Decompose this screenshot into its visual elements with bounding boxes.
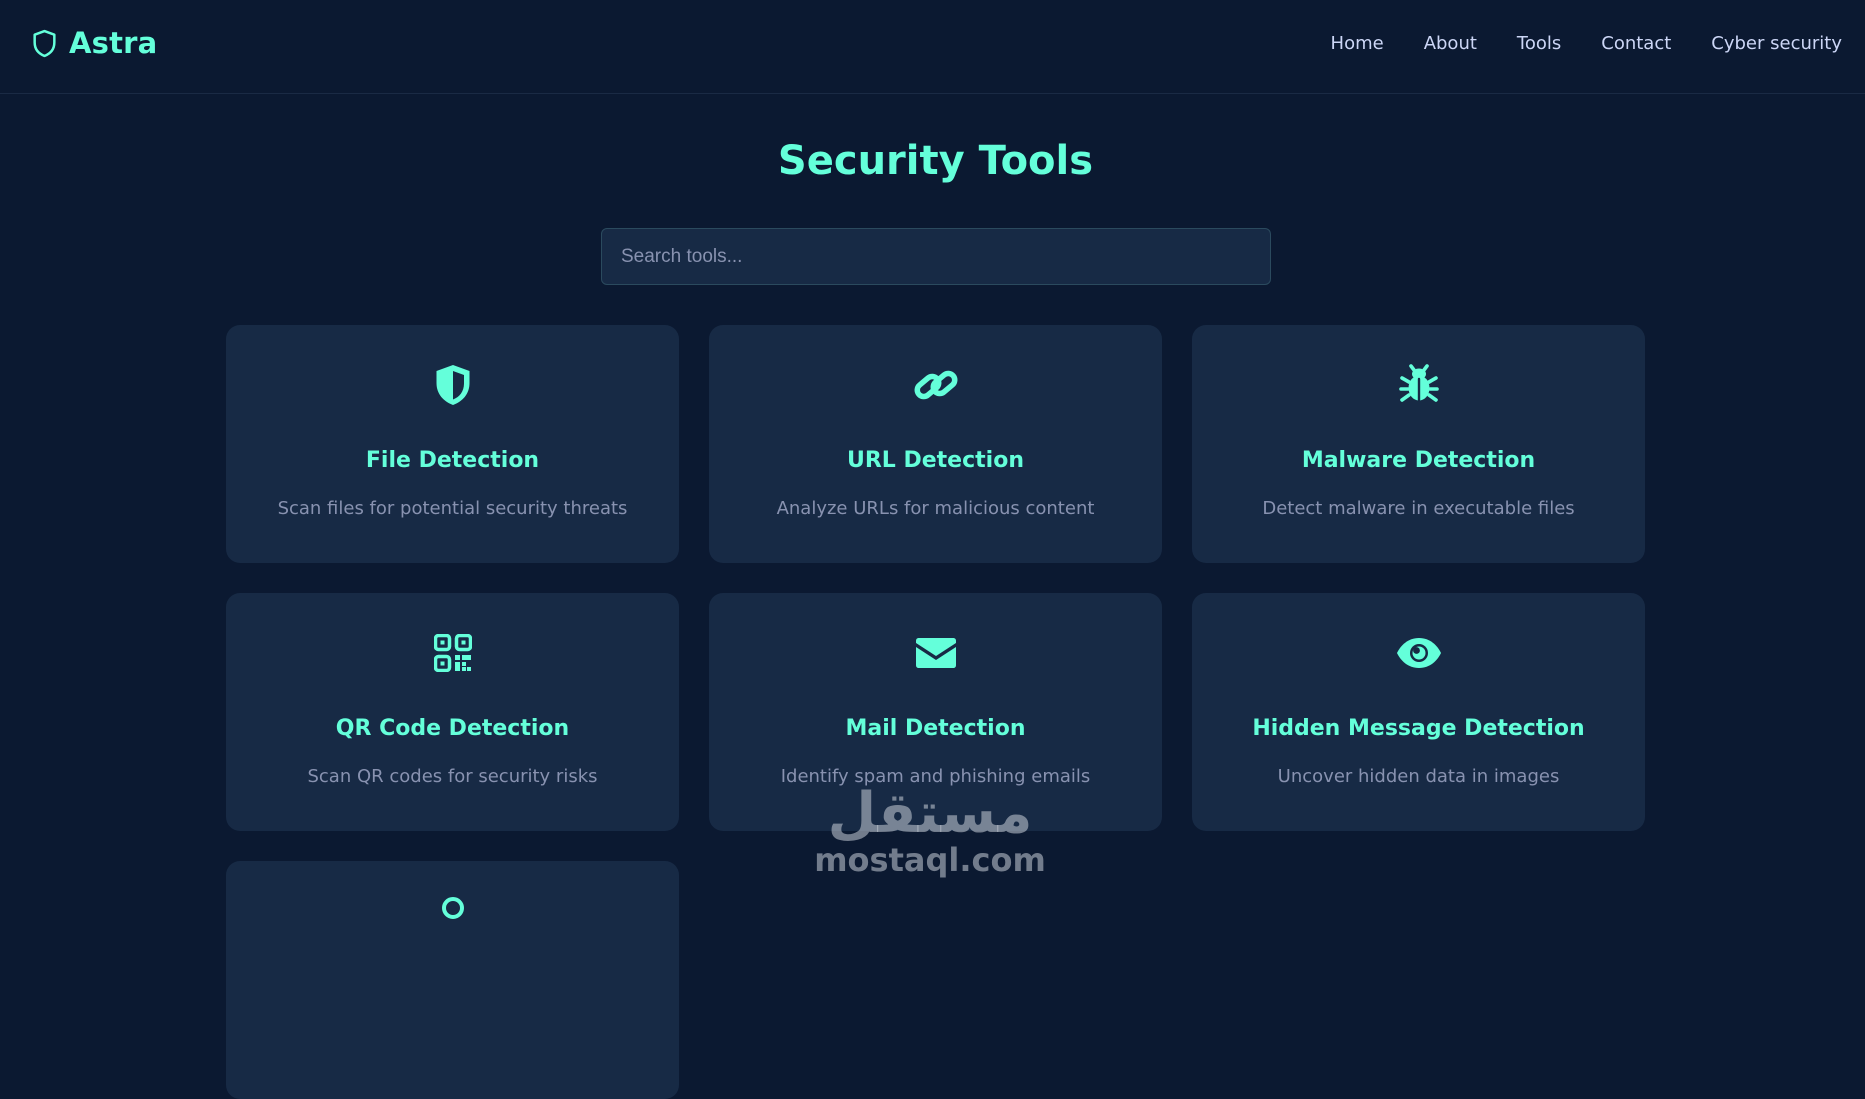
eye-icon <box>1192 631 1645 675</box>
tool-icon-partial <box>226 897 679 919</box>
tool-card-partial[interactable] <box>226 861 679 1099</box>
tool-description: Analyze URLs for malicious content <box>776 498 1095 519</box>
qrcode-icon <box>226 631 679 675</box>
bug-icon <box>1192 363 1645 407</box>
shield-outline-icon <box>32 29 57 58</box>
tool-title: File Detection <box>365 448 540 473</box>
tool-card-hidden-message-detection[interactable]: Hidden Message Detection Uncover hidden … <box>1192 593 1645 831</box>
tool-title: Malware Detection <box>1301 448 1536 473</box>
link-icon <box>709 363 1162 407</box>
shield-icon <box>226 363 679 407</box>
tool-title: Hidden Message Detection <box>1252 716 1585 741</box>
tool-description: Scan QR codes for security risks <box>307 766 598 787</box>
brand-name: Astra <box>69 26 158 60</box>
nav-link-contact[interactable]: Contact <box>1601 33 1671 54</box>
search-box <box>601 228 1271 285</box>
nav-link-tools[interactable]: Tools <box>1517 33 1561 54</box>
nav-link-home[interactable]: Home <box>1331 33 1384 54</box>
tool-description: Uncover hidden data in images <box>1277 766 1560 787</box>
page-title: Security Tools <box>777 138 1094 184</box>
navbar: Astra Home About Tools Contact Cyber sec… <box>0 0 1865 94</box>
tool-title: QR Code Detection <box>335 716 570 741</box>
tool-title: Mail Detection <box>845 716 1026 741</box>
tool-description: Scan files for potential security threat… <box>277 498 628 519</box>
search-input[interactable] <box>601 228 1271 285</box>
tool-description: Identify spam and phishing emails <box>780 766 1091 787</box>
tool-title: URL Detection <box>847 448 1024 473</box>
tool-card-url-detection[interactable]: URL Detection Analyze URLs for malicious… <box>709 325 1162 563</box>
tool-card-file-detection[interactable]: File Detection Scan files for potential … <box>226 325 679 563</box>
tool-card-qr-code-detection[interactable]: QR Code Detection Scan QR codes for secu… <box>226 593 679 831</box>
tool-card-malware-detection[interactable]: Malware Detection Detect malware in exec… <box>1192 325 1645 563</box>
nav-link-cyber-security[interactable]: Cyber security <box>1711 33 1842 54</box>
main-nav: Home About Tools Contact Cyber security <box>1331 33 1842 54</box>
tool-description: Detect malware in executable files <box>1262 498 1575 519</box>
watermark-latin: mostaql.com <box>814 841 1046 879</box>
nav-link-about[interactable]: About <box>1424 33 1477 54</box>
brand-logo[interactable]: Astra <box>32 26 157 60</box>
envelope-icon <box>709 631 1162 675</box>
tool-card-mail-detection[interactable]: Mail Detection Identify spam and phishin… <box>709 593 1162 831</box>
